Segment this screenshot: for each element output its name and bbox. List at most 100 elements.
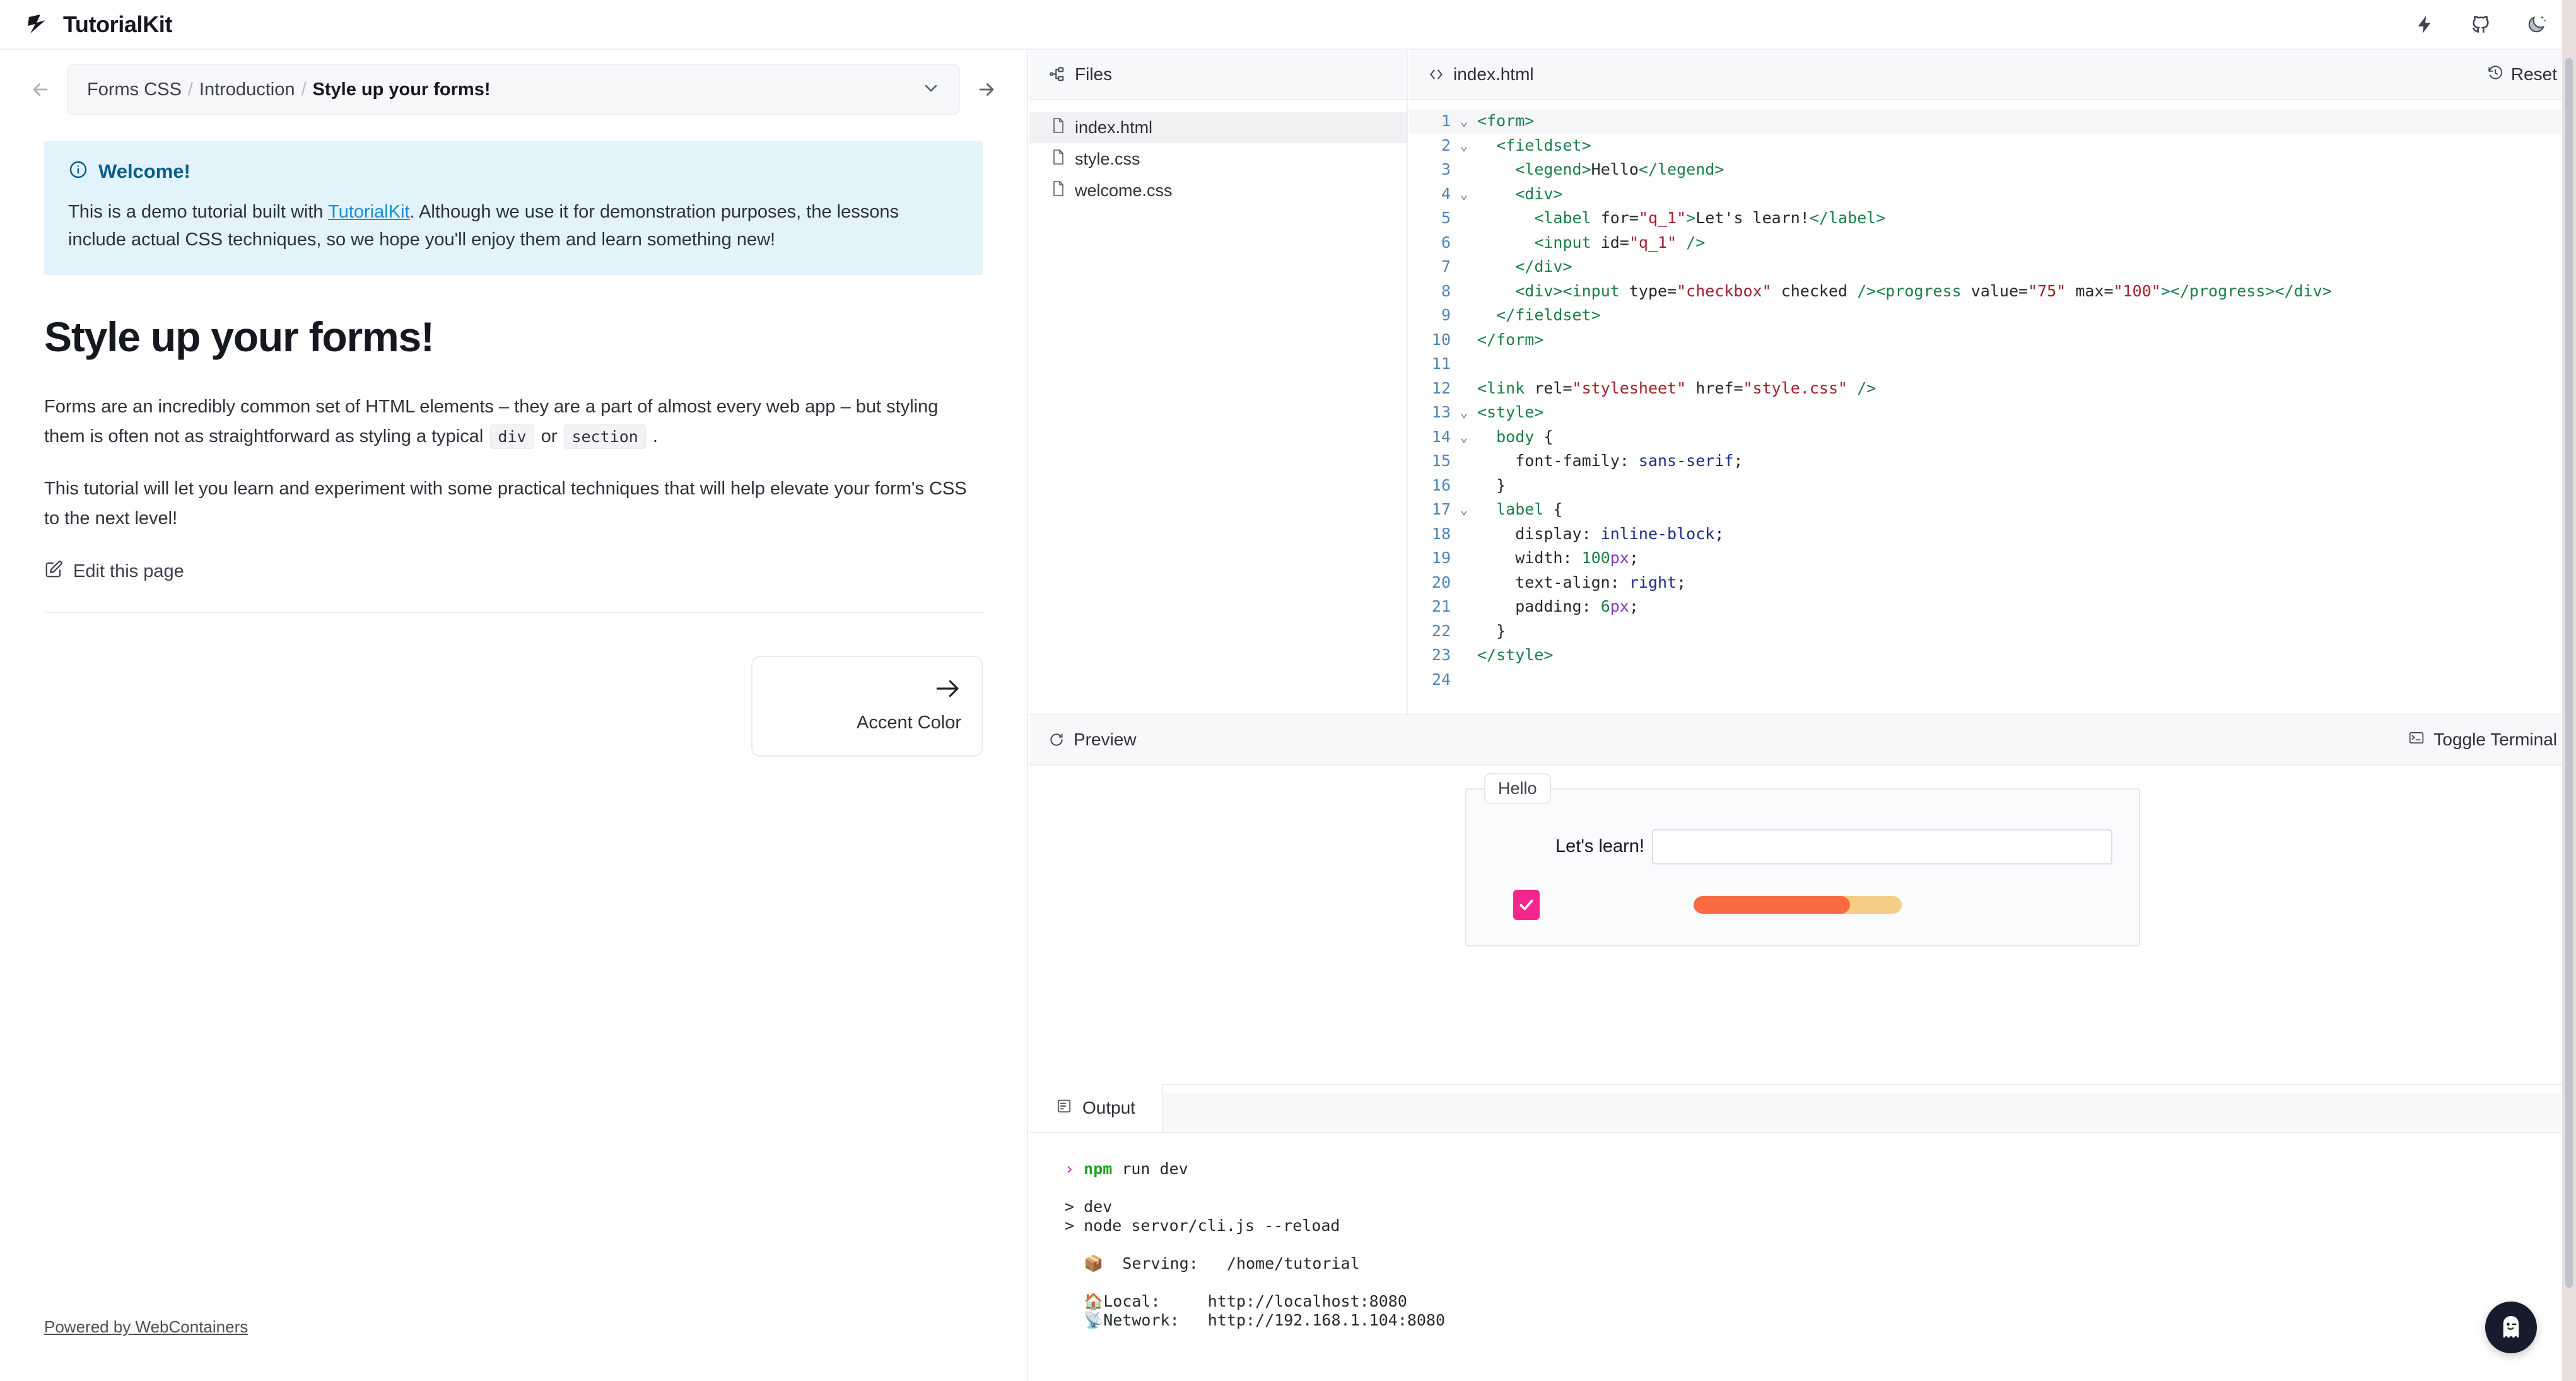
file-item[interactable]: index.html — [1029, 112, 1407, 143]
code-text: </form> — [1477, 330, 1544, 349]
code-line[interactable]: 16 } — [1409, 474, 2576, 498]
line-number: 5 — [1441, 209, 1451, 227]
preview-title: Preview — [1074, 730, 1137, 749]
preview-header: Preview Toggle Terminal — [1029, 715, 2576, 766]
line-number: 11 — [1431, 354, 1451, 373]
code-line[interactable]: 21 padding: 6px; — [1409, 595, 2576, 619]
line-number: 1 — [1441, 112, 1451, 130]
callout-body: This is a demo tutorial built with Tutor… — [68, 198, 959, 253]
code-line[interactable]: 2 ⌄ <fieldset> — [1409, 134, 2576, 158]
line-number: 18 — [1431, 524, 1451, 543]
breadcrumb-part: Forms CSS — [87, 79, 182, 100]
paragraph-1-text-c: . — [647, 426, 658, 447]
code-content[interactable]: 1 ⌄ <form> 2 ⌄ <fieldset> 3 <legend>Hello</le… — [1409, 100, 2576, 712]
tab-output[interactable]: Output — [1029, 1084, 1164, 1132]
powered-by-webcontainers-link[interactable]: Powered by WebContainers — [44, 1317, 248, 1337]
tutorialkit-link[interactable]: TutorialKit — [328, 202, 409, 222]
files-pane-header: Files — [1029, 50, 1407, 100]
terminal-line: 🏠Local: http://localhost:8080 — [1065, 1292, 1407, 1310]
edit-this-page-link[interactable]: Edit this page — [44, 560, 983, 584]
code-fold-toggle[interactable]: ⌄ — [1451, 182, 1477, 207]
toggle-terminal-button[interactable]: Toggle Terminal — [2408, 730, 2557, 750]
reset-button[interactable]: Reset — [2487, 64, 2557, 85]
code-line[interactable]: 22 } — [1409, 619, 2576, 644]
code-text: display: inline-block; — [1515, 524, 1724, 543]
demo-checkbox[interactable] — [1513, 890, 1540, 920]
code-text: <label for="q_1">Let's learn!</label> — [1534, 209, 1886, 227]
tutorialkit-logo-icon — [26, 12, 52, 37]
code-line[interactable]: 9 </fieldset> — [1409, 303, 2576, 328]
code-line[interactable]: 1 ⌄ <form> — [1409, 109, 2576, 134]
code-line[interactable]: 11 — [1409, 352, 2576, 376]
line-number: 23 — [1431, 646, 1451, 664]
code-fold-toggle[interactable]: ⌄ — [1451, 134, 1477, 158]
ghost-icon — [2503, 1315, 2519, 1338]
code-text: } — [1477, 621, 1506, 640]
chevron-down-icon[interactable] — [921, 78, 941, 102]
line-number: 4 — [1441, 184, 1451, 203]
code-line[interactable]: 23 </style> — [1409, 643, 2576, 668]
code-line[interactable]: 20 text-align: right; — [1409, 571, 2576, 595]
code-line[interactable]: 17 ⌄ label { — [1409, 498, 2576, 522]
terminal-output-icon — [1056, 1098, 1072, 1119]
output-pane: Output › npm run dev > dev > node servor/… — [1029, 1084, 2576, 1381]
terminal-line: 📦 Serving: /home/tutorial — [1065, 1254, 1360, 1273]
checkmark-icon — [1519, 899, 1533, 911]
code-line[interactable]: 5 <label for="q_1">Let's learn!</label> — [1409, 206, 2576, 231]
dark-mode-moon-icon[interactable] — [2524, 13, 2548, 37]
file-item[interactable]: welcome.css — [1029, 175, 1407, 206]
help-assistant-button[interactable] — [2485, 1302, 2537, 1353]
callout-header: Welcome! — [68, 160, 959, 183]
code-line[interactable]: 10 </form> — [1409, 328, 2576, 353]
code-line[interactable]: 15 font-family: sans-serif; — [1409, 449, 2576, 474]
file-icon — [1051, 149, 1066, 170]
content-divider — [44, 611, 983, 613]
code-line[interactable]: 8 <div><input type="checkbox" checked />… — [1409, 279, 2576, 304]
lightning-bolt-icon[interactable] — [2413, 13, 2437, 37]
code-line[interactable]: 4 ⌄ <div> — [1409, 182, 2576, 207]
lesson-breadcrumb-select[interactable]: Forms CSS / Introduction / Style up your for… — [67, 64, 960, 115]
line-number: 16 — [1431, 475, 1451, 494]
previous-lesson-arrow-icon[interactable] — [23, 72, 58, 107]
line-number: 19 — [1431, 549, 1451, 567]
demo-controls-row — [1488, 890, 2117, 920]
page-scrollbar[interactable] — [2565, 58, 2573, 1288]
next-lesson-card[interactable]: Accent Color — [751, 655, 983, 757]
code-line[interactable]: 18 display: inline-block; — [1409, 522, 2576, 547]
code-line[interactable]: 12 <link rel="stylesheet" href="style.css… — [1409, 376, 2576, 401]
history-reset-icon — [2487, 64, 2503, 85]
demo-label: Let's learn! — [1555, 836, 1644, 856]
refresh-icon[interactable] — [1048, 731, 1065, 748]
top-navigation-bar: TutorialKit — [0, 0, 2576, 50]
line-number: 9 — [1441, 306, 1451, 324]
inline-code-div: div — [490, 424, 534, 450]
code-fold-toggle[interactable]: ⌄ — [1451, 109, 1477, 134]
code-line[interactable]: 7 </div> — [1409, 255, 2576, 279]
output-tab-label: Output — [1082, 1098, 1136, 1117]
code-line[interactable]: 3 <legend>Hello</legend> — [1409, 158, 2576, 182]
github-icon[interactable] — [2469, 13, 2493, 37]
code-line[interactable]: 24 — [1409, 668, 2576, 692]
next-lesson-arrow-icon[interactable] — [969, 72, 1004, 107]
line-number: 15 — [1431, 452, 1451, 470]
code-fold-toggle[interactable]: ⌄ — [1451, 425, 1477, 450]
code-line[interactable]: 6 <input id="q_1" /> — [1409, 231, 2576, 255]
lesson-panel: Forms CSS / Introduction / Style up your for… — [0, 50, 1028, 1381]
code-line[interactable]: 19 width: 100px; — [1409, 546, 2576, 571]
code-line[interactable]: 13 ⌄ <style> — [1409, 400, 2576, 425]
brand-logo-link[interactable]: TutorialKit — [26, 11, 172, 38]
demo-text-input[interactable] — [1652, 829, 2112, 865]
code-line[interactable]: 14 ⌄ body { — [1409, 425, 2576, 450]
code-fold-toggle[interactable]: ⌄ — [1451, 400, 1477, 425]
demo-fieldset: Hello Let's learn! — [1465, 773, 2140, 947]
terminal-line: > dev — [1065, 1197, 1113, 1216]
code-fold-toggle[interactable]: ⌄ — [1451, 498, 1477, 522]
terminal-output[interactable]: › npm run dev > dev > node servor/cli.js … — [1029, 1133, 2576, 1330]
file-item[interactable]: style.css — [1029, 143, 1407, 175]
terminal-line: › npm run dev — [1065, 1160, 1188, 1178]
editor-active-file-tab[interactable]: index.html — [1453, 64, 1534, 84]
file-tree-icon — [1048, 66, 1066, 83]
file-name: style.css — [1075, 149, 1140, 168]
